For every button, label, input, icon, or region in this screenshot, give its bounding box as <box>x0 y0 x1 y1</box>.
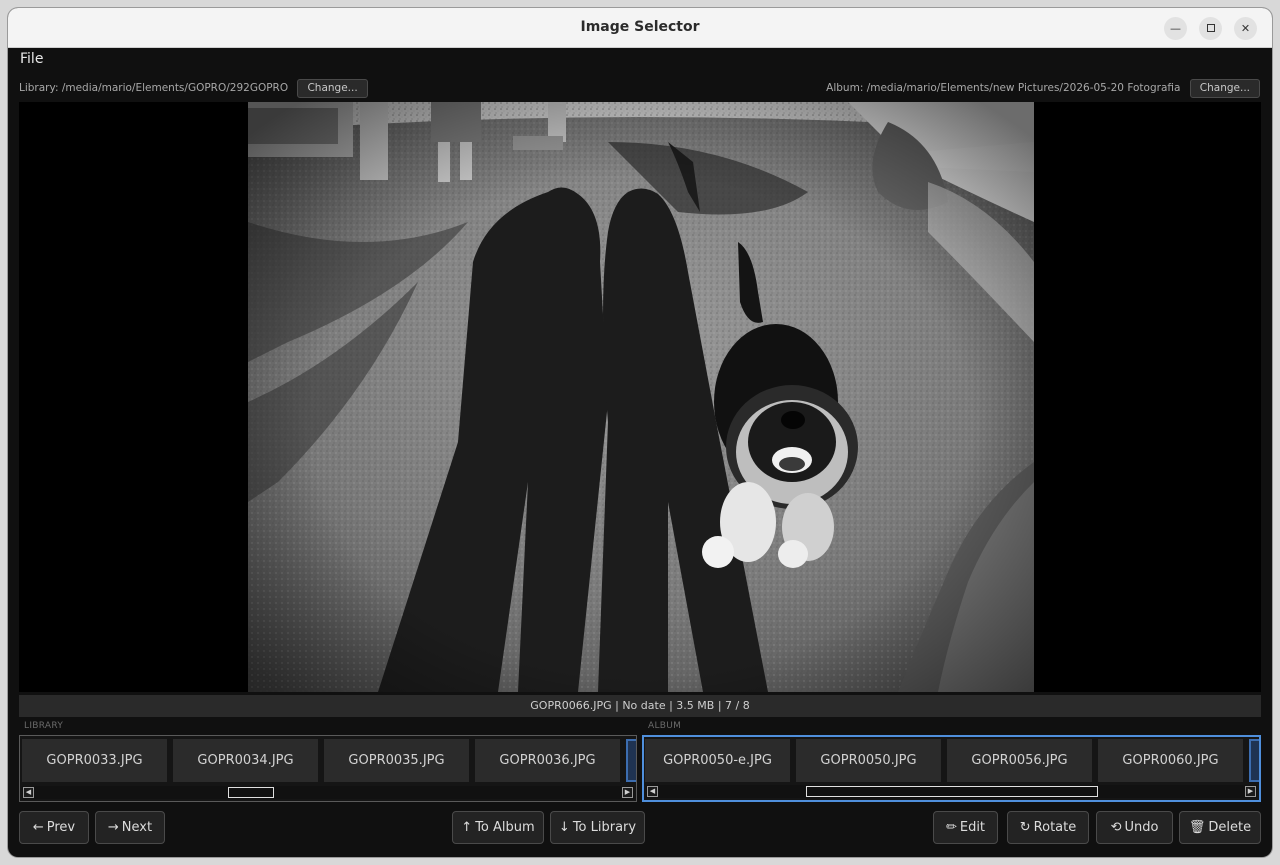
library-scrollbar[interactable]: ◀ ▶ <box>22 786 634 799</box>
arrow-left-icon: ← <box>32 820 44 835</box>
window-title: Image Selector <box>580 19 700 35</box>
arrow-right-icon: → <box>107 820 119 835</box>
album-thumbnail[interactable]: GOPR0050.JPG <box>796 739 941 782</box>
scroll-right-icon[interactable]: ▶ <box>1245 786 1256 797</box>
library-section-label: LIBRARY <box>24 721 64 731</box>
library-thumbnail[interactable]: GOPR0035.JPG <box>324 739 469 782</box>
menu-file[interactable]: File <box>20 51 43 67</box>
album-thumbnail[interactable]: GOPR0056.JPG <box>947 739 1092 782</box>
prev-label: Prev <box>46 820 76 835</box>
close-button[interactable]: ✕ <box>1234 17 1257 40</box>
library-thumbnail[interactable]: GOPR0034.JPG <box>173 739 318 782</box>
undo-button[interactable]: ⟲ Undo <box>1096 811 1173 844</box>
menu-bar: File <box>8 48 1272 72</box>
app-window: Image Selector — ✕ File Library: /media/… <box>8 8 1272 857</box>
delete-button[interactable]: 🗑 Delete <box>1179 811 1261 844</box>
to-album-label: To Album <box>475 820 535 835</box>
arrow-up-icon: ↑ <box>461 820 473 835</box>
maximize-icon <box>1206 24 1215 32</box>
preview-photo <box>248 102 1034 692</box>
minimize-icon: — <box>1170 22 1181 35</box>
album-section-label: ALBUM <box>648 721 682 731</box>
to-album-button[interactable]: ↑ To Album <box>452 811 544 844</box>
edit-label: Edit <box>959 820 986 835</box>
library-change-button[interactable]: Change... <box>297 78 368 98</box>
arrow-down-icon: ↓ <box>558 820 570 835</box>
pencil-icon: ✏ <box>945 820 957 835</box>
library-path-bar: Library: /media/mario/Elements/GOPRO/292… <box>19 78 368 98</box>
album-path-bar: Album: /media/mario/Elements/new Picture… <box>826 78 1260 98</box>
delete-label: Delete <box>1208 820 1252 835</box>
album-thumbnail[interactable]: GOPR0060.JPG <box>1098 739 1243 782</box>
scroll-right-icon[interactable]: ▶ <box>622 787 633 798</box>
minimize-button[interactable]: — <box>1164 17 1187 40</box>
maximize-button[interactable] <box>1199 17 1222 40</box>
rotate-label: Rotate <box>1033 820 1077 835</box>
rotate-icon: ↻ <box>1019 820 1031 835</box>
library-scrollbar-handle[interactable] <box>228 787 274 798</box>
close-icon: ✕ <box>1240 22 1251 35</box>
album-thumbnail[interactable]: GOPR0050-e.JPG <box>645 739 790 782</box>
album-change-button[interactable]: Change... <box>1189 78 1260 98</box>
edit-button[interactable]: ✏ Edit <box>933 811 998 844</box>
image-viewer[interactable] <box>19 102 1261 692</box>
trash-icon: 🗑 <box>1188 820 1206 835</box>
to-library-button[interactable]: ↓ To Library <box>550 811 645 844</box>
title-bar[interactable]: Image Selector — ✕ <box>8 8 1272 48</box>
next-button[interactable]: → Next <box>95 811 165 844</box>
undo-icon: ⟲ <box>1110 820 1122 835</box>
library-thumbnail[interactable]: GOPR0033.JPG <box>22 739 167 782</box>
scroll-left-icon[interactable]: ◀ <box>23 787 34 798</box>
library-path-label: Library: /media/mario/Elements/GOPRO/292… <box>19 82 289 94</box>
album-scrollbar-handle[interactable] <box>806 786 1098 797</box>
undo-label: Undo <box>1124 820 1159 835</box>
library-strip[interactable]: GOPR0033.JPG GOPR0034.JPG GOPR0035.JPG GOPR… <box>19 735 637 802</box>
prev-button[interactable]: ← Prev <box>19 811 89 844</box>
library-thumbnail-selected[interactable] <box>626 739 636 782</box>
library-thumbnail[interactable]: GOPR0036.JPG <box>475 739 620 782</box>
album-thumbnail-selected[interactable] <box>1249 739 1259 782</box>
album-path-label: Album: /media/mario/Elements/new Picture… <box>826 82 1181 94</box>
album-thumbnail-list: GOPR0050-e.JPG GOPR0050.JPG GOPR0056.JPG GO… <box>645 739 1259 782</box>
library-thumbnail-list: GOPR0033.JPG GOPR0034.JPG GOPR0035.JPG GOPR… <box>22 739 636 782</box>
album-strip[interactable]: GOPR0050-e.JPG GOPR0050.JPG GOPR0056.JPG GO… <box>642 735 1261 802</box>
image-info-bar: GOPR0066.JPG | No date | 3.5 MB | 7 / 8 <box>19 695 1261 717</box>
album-scrollbar[interactable]: ◀ ▶ <box>646 785 1257 798</box>
rotate-button[interactable]: ↻ Rotate <box>1007 811 1089 844</box>
next-label: Next <box>121 820 153 835</box>
scroll-left-icon[interactable]: ◀ <box>647 786 658 797</box>
to-library-label: To Library <box>572 820 637 835</box>
